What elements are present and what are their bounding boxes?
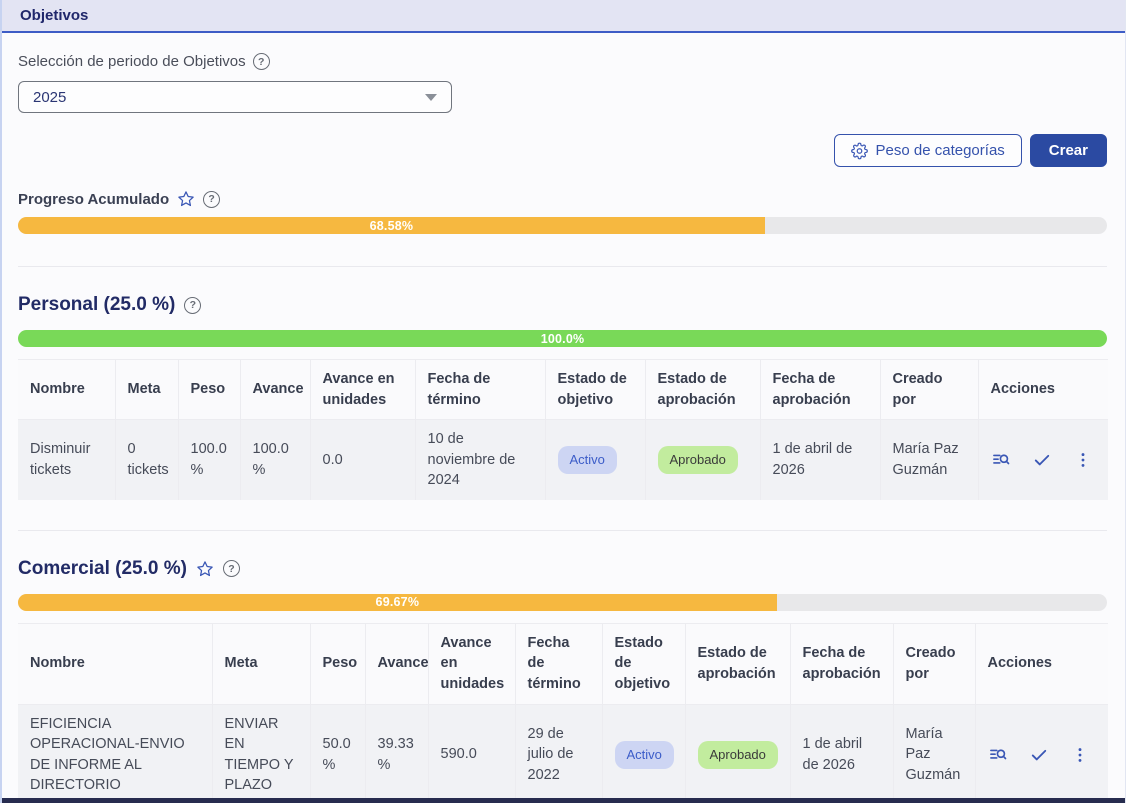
cell-meta: ENVIAR EN TIEMPO Y PLAZO [212,704,310,803]
column-header: Avance en unidades [310,360,415,420]
view-details-icon[interactable] [991,450,1011,470]
cell-avance-unidades: 0.0 [310,420,415,500]
column-header: Fecha de término [415,360,545,420]
category-section: Comercial (25.0 %) ? 69.67% NombreMetaPe… [18,558,1107,803]
table-row: EFICIENCIA OPERACIONAL-ENVIO DE INFORME … [18,704,1108,803]
cell-creado-por: María Paz Guzmán [893,704,975,803]
table-body: Disminuir tickets 0 tickets 100.0 % 100.… [18,420,1108,500]
actions-cell [988,745,1097,765]
column-header: Estado de objetivo [602,623,685,704]
cell-peso: 100.0 % [178,420,240,500]
cell-meta: 0 tickets [115,420,178,500]
column-header: Avance en unidades [428,623,515,704]
actions-cell [991,450,1097,470]
help-icon[interactable]: ? [223,560,240,577]
cell-fecha-aprobacion: 1 de abril de 2026 [790,704,893,803]
section-divider [18,530,1107,531]
section-divider [18,266,1107,267]
cell-fecha-termino: 29 de julio de 2022 [515,704,602,803]
column-header: Creado por [880,360,978,420]
help-icon[interactable]: ? [253,53,270,70]
panel-header: Objetivos [2,0,1125,33]
create-button[interactable]: Crear [1030,134,1107,167]
column-header: Avance [240,360,310,420]
objectives-page: Objetivos Selección de periodo de Objeti… [0,0,1126,803]
approval-status-badge: Aprobado [658,446,738,474]
column-header: Meta [115,360,178,420]
category-title: Comercial (25.0 %) [18,558,187,580]
column-header: Avance [365,623,428,704]
toolbar: Peso de categorías Crear [18,134,1107,167]
column-header: Peso [310,623,365,704]
accumulated-progress-title: Progreso Acumulado [18,191,169,208]
progress-fill: 69.67% [18,594,777,611]
cell-avance: 100.0 % [240,420,310,500]
progress-fill: 100.0% [18,330,1107,347]
approve-check-icon[interactable] [1029,745,1049,765]
objectives-table: NombreMetaPesoAvanceAvance en unidadesFe… [18,359,1108,500]
more-options-icon[interactable] [1073,450,1093,470]
column-header: Creado por [893,623,975,704]
progress-value: 69.67% [376,595,420,609]
help-icon[interactable]: ? [184,297,201,314]
table-row: Disminuir tickets 0 tickets 100.0 % 100.… [18,420,1108,500]
column-header: Nombre [18,623,212,704]
gear-icon [851,142,868,159]
period-select-value: 2025 [33,89,66,106]
column-header: Meta [212,623,310,704]
cell-creado-por: María Paz Guzmán [880,420,978,500]
cell-avance-unidades: 590.0 [428,704,515,803]
cell-nombre: Disminuir tickets [18,420,115,500]
period-select-label: Selección de periodo de Objetivos [18,53,246,70]
approve-check-icon[interactable] [1032,450,1052,470]
column-header: Acciones [975,623,1108,704]
objective-status-badge: Activo [558,446,617,474]
next-section-edge [2,798,1125,803]
column-header: Estado de aprobación [685,623,790,704]
column-header: Acciones [978,360,1108,420]
category-progress-bar: 69.67% [18,594,1107,611]
table-header-row: NombreMetaPesoAvanceAvance en unidadesFe… [18,623,1108,704]
more-options-icon[interactable] [1070,745,1090,765]
column-header: Estado de objetivo [545,360,645,420]
cell-fecha-aprobacion: 1 de abril de 2026 [760,420,880,500]
period-select[interactable]: 2025 [18,81,452,113]
column-header: Estado de aprobación [645,360,760,420]
column-header: Peso [178,360,240,420]
cell-peso: 50.0 % [310,704,365,803]
table-body: EFICIENCIA OPERACIONAL-ENVIO DE INFORME … [18,704,1108,803]
approval-status-badge: Aprobado [698,741,778,769]
content-area: Selección de periodo de Objetivos ? 2025… [2,33,1125,803]
column-header: Nombre [18,360,115,420]
category-progress-bar: 100.0% [18,330,1107,347]
progress-value: 68.58% [370,219,414,233]
cell-fecha-termino: 10 de noviembre de 2024 [415,420,545,500]
accumulated-progress-bar: 68.58% [18,217,1107,234]
category-title: Personal (25.0 %) [18,294,175,316]
category-weights-button[interactable]: Peso de categorías [834,134,1022,167]
star-icon[interactable] [177,190,195,208]
star-icon[interactable] [196,560,214,578]
column-header: Fecha de aprobación [790,623,893,704]
category-section: Personal (25.0 %) ? 100.0% NombreMetaPes… [18,294,1107,500]
page-title: Objetivos [20,7,88,24]
category-sections: Personal (25.0 %) ? 100.0% NombreMetaPes… [18,294,1107,803]
progress-fill: 68.58% [18,217,765,234]
cell-nombre: EFICIENCIA OPERACIONAL-ENVIO DE INFORME … [18,704,212,803]
column-header: Fecha de aprobación [760,360,880,420]
chevron-down-icon [425,94,437,101]
category-weights-label: Peso de categorías [876,142,1005,159]
column-header: Fecha de término [515,623,602,704]
objectives-table: NombreMetaPesoAvanceAvance en unidadesFe… [18,623,1108,803]
help-icon[interactable]: ? [203,191,220,208]
table-header-row: NombreMetaPesoAvanceAvance en unidadesFe… [18,360,1108,420]
cell-avance: 39.33 % [365,704,428,803]
progress-value: 100.0% [541,332,585,346]
objective-status-badge: Activo [615,741,674,769]
view-details-icon[interactable] [988,745,1008,765]
